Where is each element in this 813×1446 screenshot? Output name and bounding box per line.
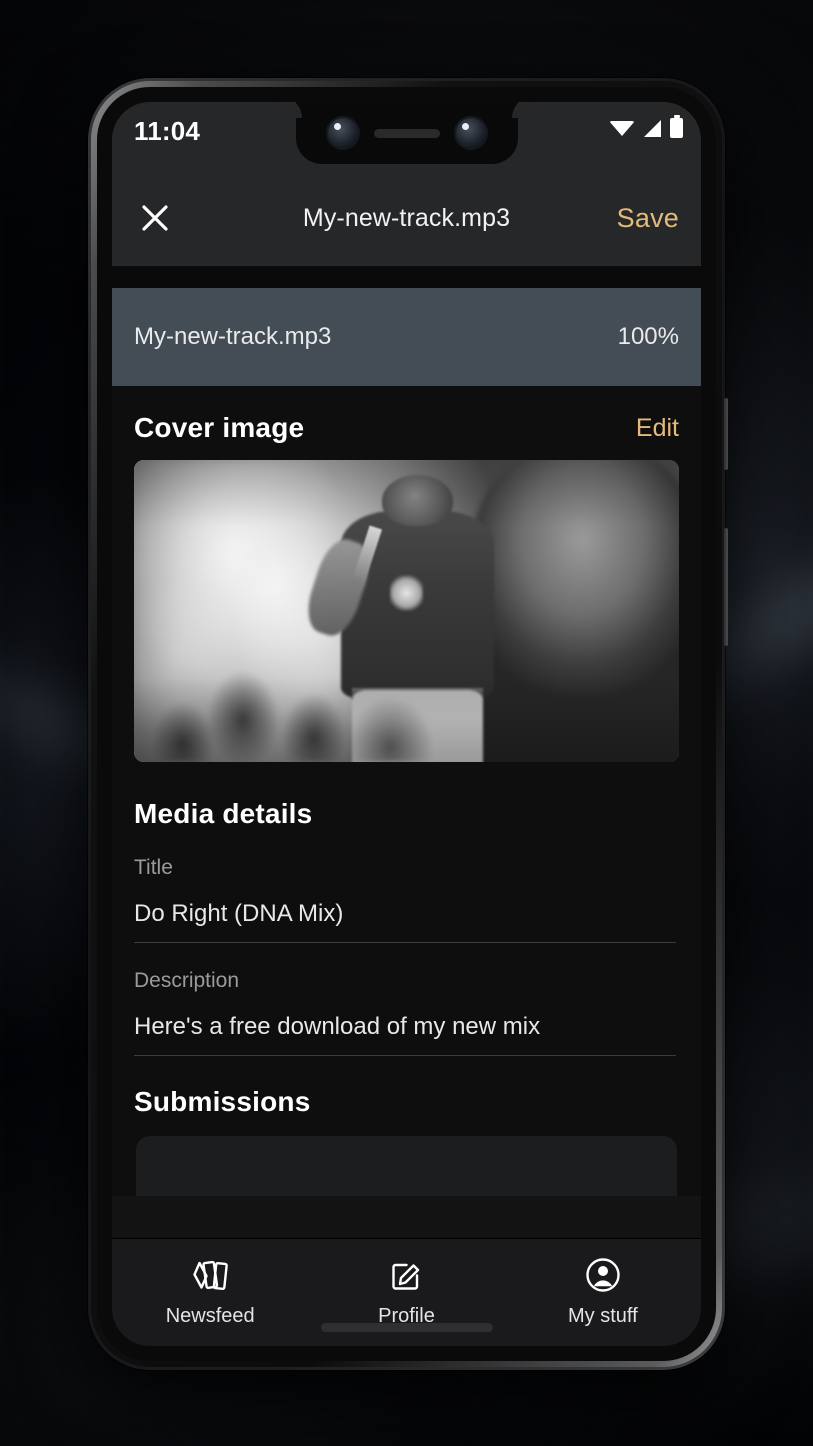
title-field-value[interactable]: Do Right (DNA Mix) <box>134 900 676 943</box>
description-field-value[interactable]: Here's a free download of my new mix <box>134 1013 676 1056</box>
media-details-section: Media details Title Do Right (DNA Mix) D… <box>112 788 701 1196</box>
app-bar: My-new-track.mp3 Save <box>112 170 701 266</box>
media-details-heading: Media details <box>134 798 313 829</box>
submissions-heading: Submissions <box>134 1086 311 1117</box>
scroll-content[interactable]: My-new-track.mp3 100% Cover image Edit M… <box>112 288 701 1346</box>
title-field-label: Title <box>134 856 173 879</box>
cellular-signal-icon <box>644 119 661 137</box>
cover-image-grade <box>134 460 679 762</box>
close-button[interactable] <box>134 197 176 239</box>
status-clock: 11:04 <box>134 116 201 146</box>
home-indicator[interactable] <box>320 1323 493 1332</box>
save-button[interactable]: Save <box>617 203 679 234</box>
cover-image-title: Cover image <box>134 412 305 443</box>
person-circle-icon <box>583 1254 623 1296</box>
page-title: My-new-track.mp3 <box>302 203 511 232</box>
nav-item-newsfeed[interactable]: Newsfeed <box>135 1254 285 1328</box>
title-field[interactable]: Title Do Right (DNA Mix) <box>134 856 679 943</box>
wifi-icon <box>609 120 635 136</box>
upload-percent: 100% <box>617 323 679 350</box>
status-bar: 11:04 <box>112 102 701 170</box>
close-icon <box>140 203 170 233</box>
nav-label-newsfeed: Newsfeed <box>165 1304 255 1327</box>
front-camera-icon <box>325 116 360 150</box>
earpiece-speaker <box>373 128 440 138</box>
phone-screen: 11:04 My-new-track.mp3 Save My-new-track… <box>112 102 701 1346</box>
volume-button[interactable] <box>724 528 728 646</box>
edit-cover-button[interactable]: Edit <box>636 414 679 443</box>
display-notch <box>273 102 540 164</box>
nav-item-profile[interactable]: Profile <box>331 1254 481 1328</box>
upload-progress-row: My-new-track.mp3 100% <box>112 288 701 386</box>
phone-device: 11:04 My-new-track.mp3 Save My-new-track… <box>88 78 728 1370</box>
power-button[interactable] <box>724 398 728 470</box>
submission-card[interactable] <box>136 1136 677 1196</box>
edit-square-icon <box>387 1254 425 1296</box>
front-camera-secondary-icon <box>453 116 488 150</box>
battery-icon <box>670 115 683 138</box>
upload-filename: My-new-track.mp3 <box>134 323 332 350</box>
cover-image-section-header: Cover image Edit <box>112 386 701 460</box>
cards-icon <box>190 1254 230 1296</box>
cover-image[interactable] <box>134 460 679 762</box>
description-field[interactable]: Description Here's a free download of my… <box>134 969 679 1056</box>
description-field-label: Description <box>134 969 240 992</box>
nav-label-my-stuff: My stuff <box>567 1304 638 1327</box>
status-icons <box>609 115 683 138</box>
app-bar-divider <box>112 266 701 288</box>
nav-item-my-stuff[interactable]: My stuff <box>528 1254 678 1328</box>
cover-image-container <box>112 460 701 788</box>
